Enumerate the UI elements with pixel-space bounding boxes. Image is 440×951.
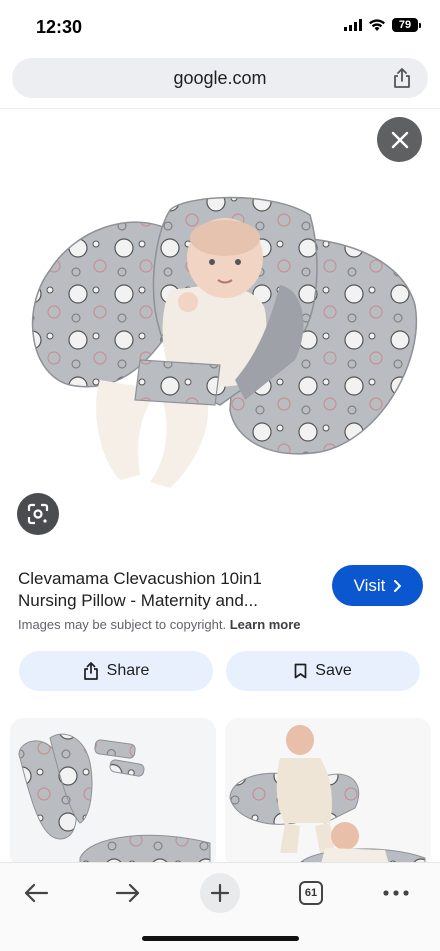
chevron-right-icon (394, 579, 402, 592)
tabs-button[interactable]: 61 (291, 873, 331, 913)
result-title[interactable]: Clevamama Clevacushion 10in1 Nursing Pil… (18, 568, 318, 612)
new-tab-button[interactable] (200, 873, 240, 913)
save-label: Save (315, 662, 352, 679)
address-bar[interactable]: google.com (12, 58, 428, 98)
status-icons: 79 (344, 18, 421, 32)
divider (0, 108, 440, 109)
google-lens-icon (27, 503, 49, 525)
related-product-image (10, 718, 216, 868)
close-button[interactable] (377, 117, 422, 162)
google-lens-button[interactable] (17, 493, 59, 535)
status-bar: 12:30 79 (0, 0, 440, 56)
visit-label: Visit (353, 575, 386, 595)
tab-count: 61 (299, 881, 323, 905)
signal-icon (344, 19, 362, 31)
battery-indicator: 79 (392, 18, 421, 32)
copyright-notice: Images may be subject to copyright. Lear… (18, 617, 301, 632)
copyright-text: Images may be subject to copyright. (18, 617, 227, 632)
forward-arrow-icon (115, 883, 140, 903)
url-text: google.com (173, 68, 267, 88)
related-product-image (225, 718, 431, 868)
save-button[interactable]: Save (226, 651, 420, 691)
related-image-card[interactable] (10, 718, 216, 868)
plus-icon (210, 883, 230, 903)
back-arrow-icon (24, 883, 49, 903)
bookmark-icon (294, 663, 307, 679)
forward-button[interactable] (108, 873, 148, 913)
visit-button[interactable]: Visit (332, 565, 423, 606)
share-icon (83, 662, 98, 680)
home-indicator (142, 936, 299, 941)
status-time: 12:30 (36, 17, 83, 37)
wifi-icon (369, 19, 385, 31)
back-button[interactable] (16, 873, 56, 913)
related-image-card[interactable] (225, 718, 431, 868)
share-label: Share (106, 662, 150, 679)
share-button[interactable]: Share (19, 651, 213, 691)
more-dots-icon (383, 890, 409, 896)
more-options-button[interactable] (376, 873, 416, 913)
share-icon[interactable] (392, 67, 412, 89)
close-icon (391, 131, 408, 148)
product-image (31, 196, 418, 488)
learn-more-link[interactable]: Learn more (230, 617, 301, 632)
